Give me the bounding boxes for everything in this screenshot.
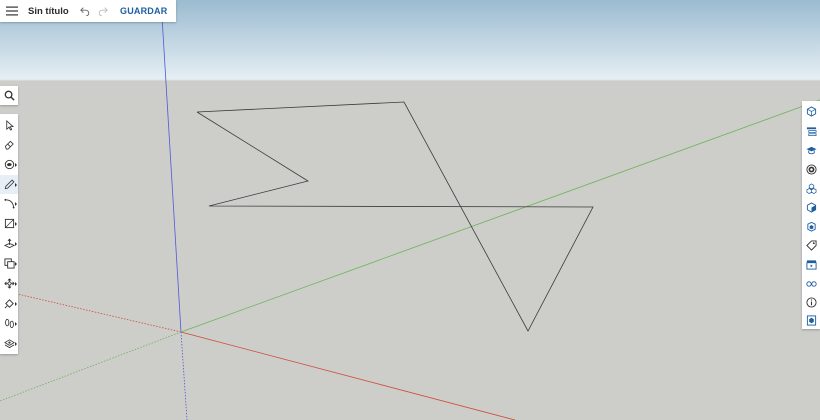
eraser-tool[interactable]	[0, 135, 18, 154]
clapperboard-icon	[805, 260, 817, 270]
arc-icon	[3, 198, 15, 209]
solid-inspector-panel-button[interactable]	[802, 311, 820, 330]
select-tool[interactable]	[0, 116, 18, 135]
model-info-panel-button[interactable]	[802, 293, 820, 312]
footprints-icon	[4, 318, 14, 329]
offset-tool[interactable]	[0, 254, 18, 273]
walk-tool[interactable]	[0, 314, 18, 333]
submenu-caret-icon	[15, 183, 17, 187]
undo-icon[interactable]	[76, 0, 94, 22]
eraser-icon	[4, 140, 14, 150]
search-icon	[4, 90, 15, 101]
scenes-3d-panel-button[interactable]	[802, 217, 820, 236]
info-icon	[805, 297, 817, 308]
instructor-panel-button[interactable]	[802, 141, 820, 160]
materials-panel-button[interactable]	[802, 160, 820, 179]
ground	[0, 80, 820, 420]
line-tool[interactable]	[0, 175, 18, 194]
outliner-icon	[806, 127, 816, 136]
top-toolbar: Sin título GUARDAR	[0, 0, 176, 22]
modeling-viewport[interactable]	[0, 0, 820, 420]
submenu-caret-icon	[15, 342, 17, 346]
graduation-cap-icon	[805, 146, 817, 155]
styles-panel-button[interactable]	[802, 198, 820, 217]
arc-tool[interactable]	[0, 194, 18, 213]
tape-measure-tool[interactable]	[0, 294, 18, 313]
submenu-caret-icon	[15, 242, 17, 246]
search-button[interactable]	[0, 86, 18, 105]
select-arrow-icon	[5, 120, 14, 131]
tape-measure-icon	[4, 299, 14, 309]
move-icon	[3, 278, 15, 289]
section-plane-icon	[3, 339, 15, 349]
offset-icon	[3, 258, 15, 269]
submenu-caret-icon	[15, 262, 17, 266]
materials-icon	[805, 164, 817, 175]
rectangle-icon	[4, 218, 14, 229]
submenu-caret-icon	[15, 322, 17, 326]
paint-bucket-tool[interactable]	[0, 155, 18, 174]
outliner-panel-button[interactable]	[802, 122, 820, 141]
tags-panel-button[interactable]	[802, 236, 820, 255]
menu-icon[interactable]	[2, 0, 22, 22]
push-pull-icon	[3, 238, 15, 249]
document-title[interactable]: Sin título	[28, 6, 76, 17]
submenu-caret-icon	[15, 302, 17, 306]
move-tool[interactable]	[0, 274, 18, 293]
paint-bucket-icon	[4, 159, 14, 170]
submenu-caret-icon	[15, 202, 17, 206]
solid-inspector-icon	[806, 315, 816, 326]
submenu-caret-icon	[15, 282, 17, 286]
display-panel-button[interactable]	[802, 274, 820, 293]
section-plane-tool[interactable]	[0, 334, 18, 353]
push-pull-tool[interactable]	[0, 234, 18, 253]
redo-icon[interactable]	[94, 0, 112, 22]
left-toolbar	[0, 114, 18, 354]
right-panel-toolbar	[802, 101, 820, 329]
components-icon	[806, 183, 816, 194]
glasses-icon	[805, 281, 817, 287]
rectangle-tool[interactable]	[0, 214, 18, 233]
tag-icon	[805, 240, 817, 251]
scenes-panel-button[interactable]	[802, 255, 820, 274]
entity-info-icon	[806, 106, 816, 117]
entity-info-panel-button[interactable]	[802, 102, 820, 121]
scenes-3d-icon	[806, 221, 816, 232]
pencil-icon	[4, 179, 14, 190]
styles-icon	[806, 202, 816, 213]
submenu-caret-icon	[15, 163, 17, 167]
submenu-caret-icon	[15, 222, 17, 226]
save-button[interactable]: GUARDAR	[120, 6, 167, 16]
components-panel-button[interactable]	[802, 179, 820, 198]
